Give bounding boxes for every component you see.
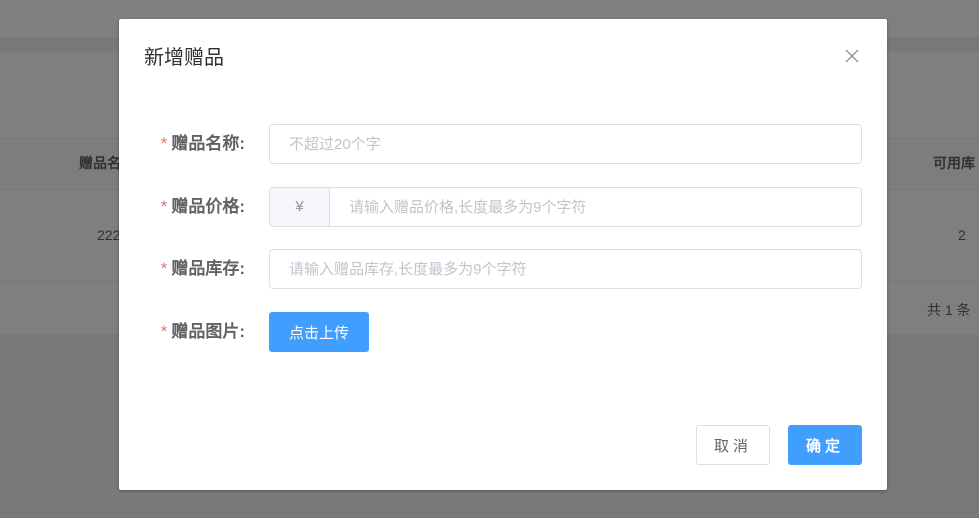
upload-button[interactable]: 点击上传 [269, 312, 369, 352]
required-mark: * [160, 197, 168, 216]
gift-stock-label: * 赠品库存: [119, 249, 245, 289]
gift-price-input[interactable] [329, 187, 862, 227]
close-button[interactable] [841, 45, 863, 67]
add-gift-dialog: 新增赠品 *赠品名称: *赠品价格: ¥ *赠品库存: *赠品图片: 点击上传 … [119, 19, 887, 490]
gift-name-label: * 赠品名称: [119, 124, 245, 164]
gift-stock-label-text: 赠品库存: [171, 259, 245, 278]
gift-image-label-text: 赠品图片: [171, 322, 245, 341]
required-mark: * [160, 134, 168, 153]
cancel-button[interactable]: 取消 [696, 425, 770, 465]
gift-name-label-text: 赠品名称: [171, 134, 245, 153]
gift-stock-input[interactable] [269, 249, 862, 289]
price-input-group: ¥ [269, 187, 862, 227]
required-mark: * [160, 322, 168, 341]
dialog-title: 新增赠品 [144, 47, 224, 69]
form-item-gift-stock: * 赠品库存: [119, 249, 887, 289]
form-item-gift-price: * 赠品价格: ¥ [119, 187, 887, 227]
gift-name-input[interactable] [269, 124, 862, 164]
confirm-button[interactable]: 确定 [788, 425, 862, 465]
gift-image-label: * 赠品图片: [119, 312, 245, 352]
required-mark: * [160, 259, 168, 278]
form-item-gift-name: * 赠品名称: [119, 124, 887, 164]
currency-prefix: ¥ [269, 187, 330, 227]
gift-price-label: * 赠品价格: [119, 187, 245, 227]
form-item-gift-image: * 赠品图片: 点击上传 [119, 312, 887, 352]
gift-price-label-text: 赠品价格: [171, 197, 245, 216]
close-icon [841, 45, 863, 67]
